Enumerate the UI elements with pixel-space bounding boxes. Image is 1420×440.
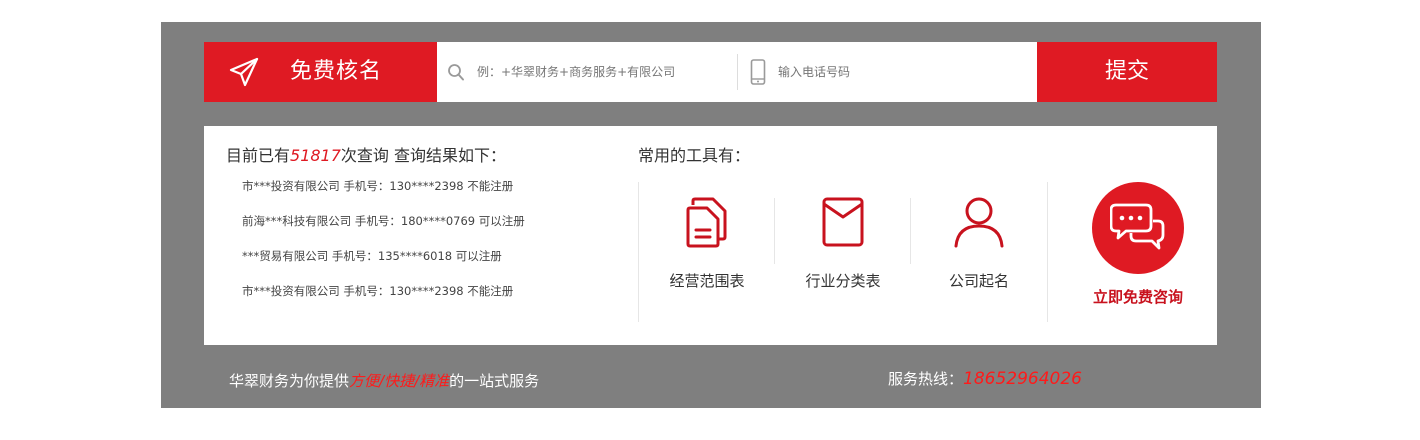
list-item: 前海***科技有限公司 手机号：180****0769 可以注册 [242, 214, 525, 228]
brand-title: 免费核名 [290, 59, 383, 84]
phone-input[interactable] [778, 60, 1018, 84]
user-icon [954, 197, 1004, 248]
tool-label: 行业分类表 [805, 272, 881, 290]
tools-title: 常用的工具有： [638, 146, 751, 165]
brand-block: 免费核名 [204, 42, 437, 102]
paper-plane-icon [229, 57, 259, 87]
query-prefix: 目前已有 [226, 146, 291, 165]
service-hotline: 服务热线：18652964026 [888, 368, 1082, 389]
list-item: ***贸易有限公司 手机号：135****6018 可以注册 [242, 249, 502, 263]
service-slogan: 华翠财务为你提供方便/快捷/精准的一站式服务 [229, 370, 539, 391]
hotline-number[interactable]: 18652964026 [963, 369, 1082, 389]
mobile-phone-icon [750, 59, 766, 85]
query-summary: 目前已有51817次查询 查询结果如下： [226, 142, 506, 166]
free-consult-button[interactable]: 立即免费咨询 [1092, 182, 1184, 307]
slogan-suffix: 的一站式服务 [449, 372, 540, 390]
tool-label: 经营范围表 [669, 272, 745, 290]
envelope-icon [822, 197, 864, 247]
list-item: 市***投资有限公司 手机号：130****2398 不能注册 [242, 179, 514, 193]
tool-industry-table[interactable]: 行业分类表 [775, 196, 911, 291]
search-icon [448, 64, 464, 81]
query-suffix: 次查询 查询结果如下： [340, 146, 507, 165]
company-name-field [437, 42, 737, 102]
tool-label: 公司起名 [948, 272, 1009, 290]
consult-label: 立即免费咨询 [1092, 288, 1183, 306]
document-copy-icon [686, 197, 727, 248]
tool-company-naming[interactable]: 公司起名 [911, 196, 1047, 291]
slogan-prefix: 华翠财务为你提供 [229, 372, 350, 390]
slogan-highlight: 方便/快捷/精准 [349, 372, 450, 390]
chat-bubbles-icon [1110, 203, 1165, 250]
name-check-panel: 免费核名 提交 目前已有51817次查询 查询结果如下： 市***投资有限公司 … [161, 22, 1261, 408]
tools-divider-right [1047, 182, 1048, 322]
query-count: 51817 [290, 146, 341, 165]
tool-scope-table[interactable]: 经营范围表 [639, 196, 775, 291]
submit-button[interactable]: 提交 [1037, 42, 1217, 102]
list-item: 市***投资有限公司 手机号：130****2398 不能注册 [242, 284, 514, 298]
phone-field [738, 42, 1038, 102]
search-bar: 免费核名 提交 [204, 42, 1217, 102]
company-name-input[interactable] [477, 60, 727, 84]
result-list: 市***投资有限公司 手机号：130****2398 不能注册 前海***科技有… [242, 178, 525, 318]
results-card: 目前已有51817次查询 查询结果如下： 市***投资有限公司 手机号：130*… [204, 126, 1217, 345]
hotline-label: 服务热线： [888, 370, 964, 388]
consult-circle [1092, 182, 1184, 274]
